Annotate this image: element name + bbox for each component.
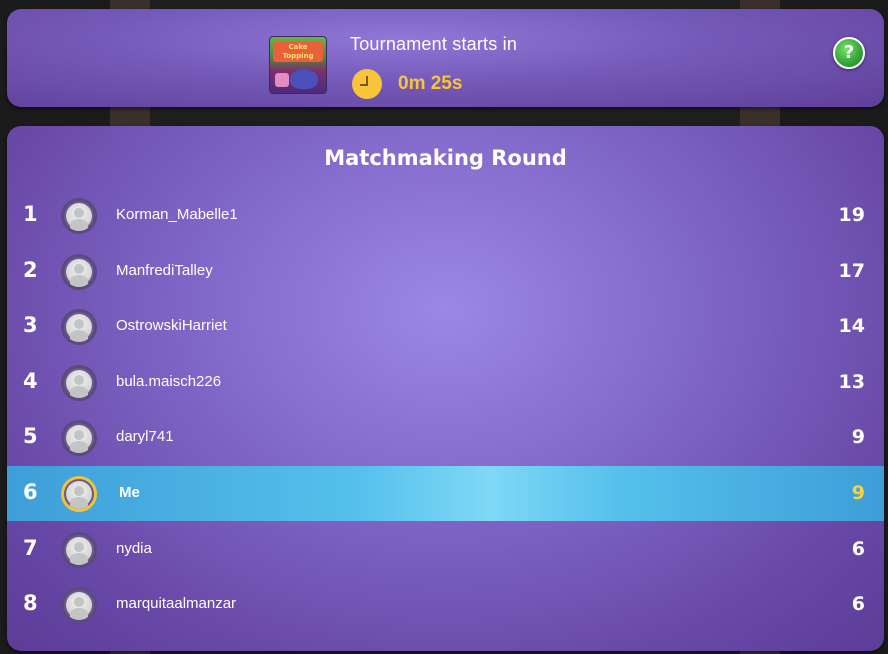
player-name: bula.maisch226 — [116, 373, 222, 390]
leaderboard-row: 1 Korman_Mabelle1 19 — [7, 188, 884, 243]
player-name: Korman_Mabelle1 — [116, 206, 238, 223]
avatar — [61, 254, 97, 290]
player-score: 13 — [838, 371, 865, 393]
player-rank: 5 — [23, 424, 38, 448]
player-score: 17 — [838, 260, 865, 282]
leaderboard-row: 8 marquitaalmanzar 6 — [7, 577, 884, 632]
player-score: 6 — [851, 593, 865, 615]
player-score: 6 — [851, 538, 865, 560]
avatar — [61, 365, 97, 401]
leaderboard-row: 5 daryl741 9 — [7, 410, 884, 465]
player-rank: 7 — [23, 536, 38, 560]
player-rank: 3 — [23, 313, 38, 337]
countdown-timer: 0m 25s — [398, 73, 463, 94]
round-title: Matchmaking Round — [324, 146, 567, 170]
leaderboard-row: 3 OstrowskiHarriet 14 — [7, 299, 884, 354]
leaderboard-row: 2 ManfrediTalley 17 — [7, 244, 884, 299]
player-name: nydia — [116, 540, 152, 557]
player-score: 9 — [851, 482, 865, 504]
player-rank: 4 — [23, 369, 38, 393]
player-name: ManfrediTalley — [116, 262, 213, 279]
clock-icon — [352, 69, 382, 99]
help-icon[interactable]: ? — [833, 37, 865, 69]
tournament-label: Tournament starts in — [350, 34, 518, 54]
avatar — [61, 476, 97, 512]
leaderboard-row-current-user: 6 Me 9 — [7, 466, 884, 521]
player-rank: 6 — [23, 480, 38, 504]
player-name: OstrowskiHarriet — [116, 317, 227, 334]
avatar — [61, 532, 97, 568]
avatar — [61, 198, 97, 234]
game-thumbnail-cake — [275, 73, 289, 87]
player-name: Me — [119, 484, 140, 501]
game-thumbnail: Cake Topping — [269, 36, 327, 94]
avatar — [61, 587, 97, 623]
avatar — [61, 309, 97, 345]
leaderboard-row: 4 bula.maisch226 13 — [7, 355, 884, 410]
player-score: 9 — [851, 426, 865, 448]
player-score: 19 — [838, 204, 865, 226]
leaderboard-panel: Matchmaking Round 1 Korman_Mabelle1 19 2… — [7, 126, 884, 651]
avatar — [61, 420, 97, 456]
player-name: daryl741 — [116, 428, 174, 445]
player-rank: 8 — [23, 591, 38, 615]
game-thumbnail-character — [290, 69, 318, 89]
game-thumbnail-title: Cake Topping — [273, 42, 323, 62]
player-rank: 1 — [23, 202, 38, 226]
player-name: marquitaalmanzar — [116, 595, 237, 612]
player-score: 14 — [838, 315, 865, 337]
leaderboard-row: 7 nydia 6 — [7, 522, 884, 577]
player-rank: 2 — [23, 258, 38, 282]
tournament-header: Cake Topping Tournament starts in 0m 25s… — [7, 9, 884, 107]
